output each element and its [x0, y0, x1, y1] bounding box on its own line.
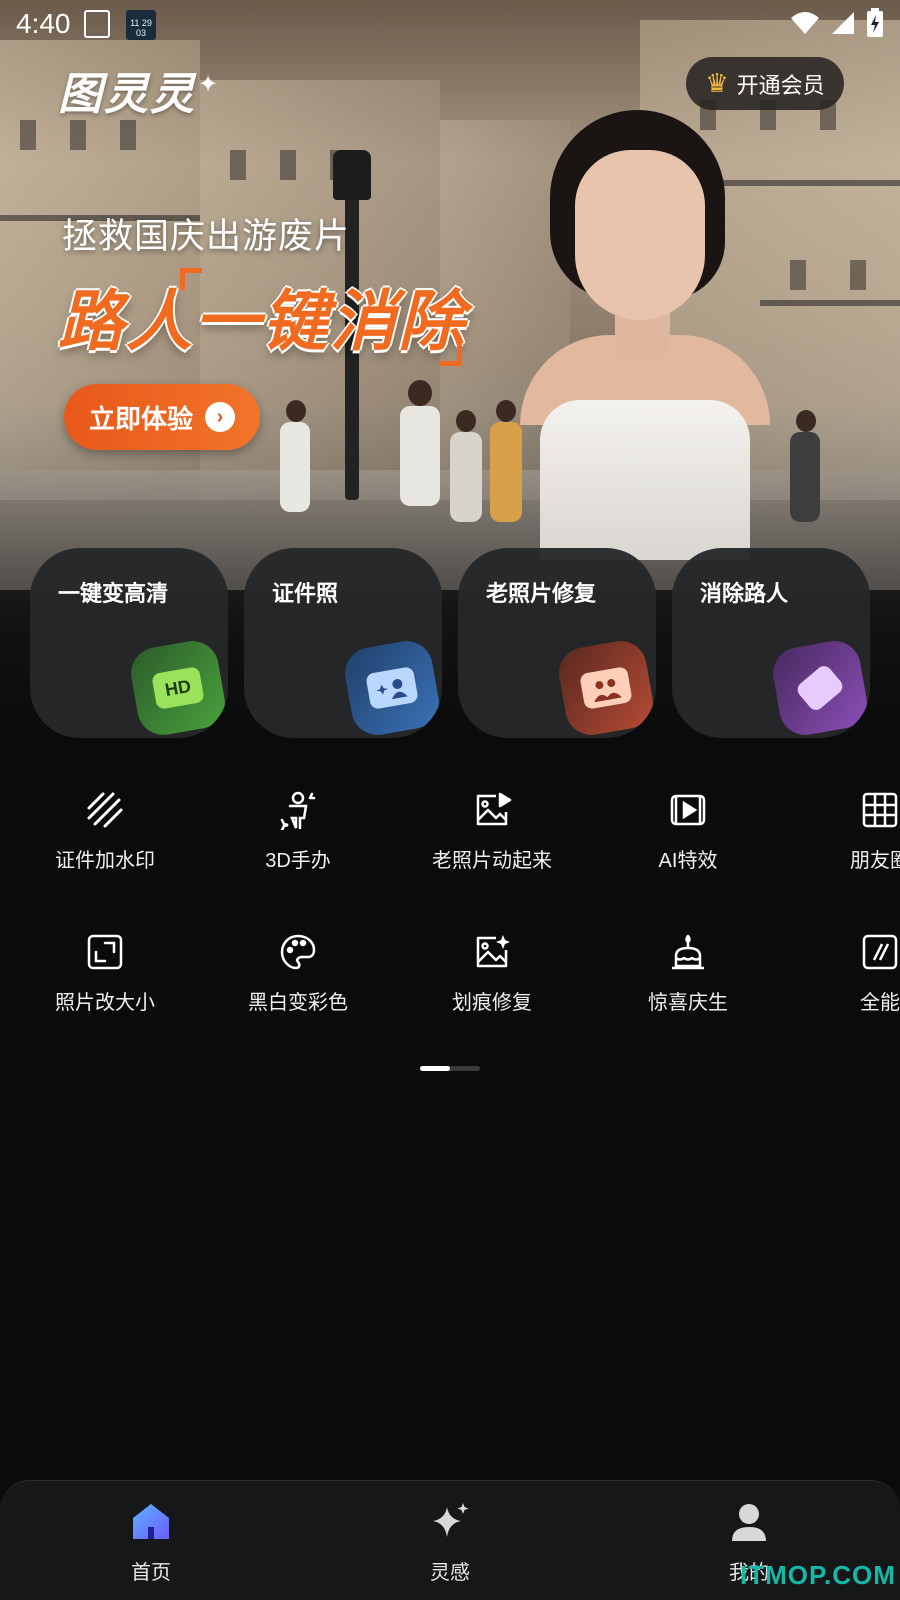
- card-title: 消除路人: [700, 581, 789, 606]
- grid-icon: [862, 792, 898, 828]
- tool-label: 惊喜庆生: [648, 992, 728, 1014]
- card-hd-enhance[interactable]: 一键变高清 HD: [30, 548, 228, 738]
- sparkle-icon: [433, 1503, 469, 1537]
- street-lamp-head: [333, 150, 371, 200]
- photo-restore-icon: [555, 637, 656, 738]
- app-notification-icon: 11 29 03: [126, 10, 156, 40]
- app-logo: 图灵灵: [58, 70, 196, 119]
- page-indicator: [420, 1066, 480, 1071]
- feature-cards: 一键变高清 HD 证件照 老照片修复 消除路人: [30, 548, 872, 738]
- chevron-right-icon: ›: [205, 402, 235, 432]
- model-photo: [520, 110, 780, 560]
- window: [850, 260, 866, 290]
- tool-watermark[interactable]: 证件加水印: [5, 790, 205, 890]
- hd-icon: HD: [127, 637, 228, 738]
- crown-icon: ♛: [705, 68, 729, 98]
- signal-icon: [832, 12, 854, 34]
- nav-inspiration[interactable]: 灵感: [390, 1501, 510, 1585]
- notification-icon: [84, 10, 110, 38]
- tool-scratch-repair[interactable]: 划痕修复: [392, 932, 592, 1030]
- resize-icon: [87, 934, 123, 970]
- video-effect-icon: [670, 794, 706, 826]
- id-card-icon: [341, 637, 442, 738]
- status-bar: 4:40 11 29 03: [0, 0, 900, 48]
- site-watermark: ITMOP.COM: [740, 1560, 896, 1590]
- vip-button[interactable]: ♛ 开通会员: [686, 57, 844, 110]
- nav-home[interactable]: 首页: [91, 1501, 211, 1585]
- tool-label: 证件加水印: [55, 850, 155, 872]
- balcony: [760, 300, 900, 306]
- try-now-button[interactable]: 立即体验 ›: [64, 384, 260, 450]
- tool-resize[interactable]: 照片改大小: [5, 932, 205, 1030]
- tool-all-in-one[interactable]: 全能: [780, 932, 900, 1030]
- battery-icon: [867, 8, 883, 37]
- palette-icon: [280, 934, 316, 970]
- tool-label: 照片改大小: [55, 992, 155, 1014]
- window: [790, 260, 806, 290]
- hero-title: 路人一键消除: [58, 284, 466, 358]
- window: [280, 150, 296, 180]
- tool-animate-photo[interactable]: 老照片动起来: [392, 790, 592, 890]
- card-remove-passerby[interactable]: 消除路人: [672, 548, 870, 738]
- card-id-photo[interactable]: 证件照: [244, 548, 442, 738]
- vip-button-label: 开通会员: [736, 72, 825, 98]
- animate-photo-icon: [476, 792, 512, 826]
- try-now-label: 立即体验: [88, 403, 193, 434]
- tool-ai-effect[interactable]: AI特效: [588, 790, 788, 890]
- tool-label: 3D手办: [265, 850, 331, 872]
- tool-label: 朋友圈: [850, 850, 900, 872]
- tool-3d-figure[interactable]: 3D手办: [198, 790, 398, 890]
- tool-label: AI特效: [658, 850, 718, 872]
- card-title: 一键变高清: [58, 581, 169, 606]
- hero-subtitle: 拯救国庆出游废片: [62, 217, 351, 256]
- profile-icon: [732, 1504, 766, 1541]
- logo-sparkle-icon: ✦: [198, 71, 219, 98]
- card-title: 证件照: [272, 581, 339, 606]
- card-title: 老照片修复: [486, 581, 597, 606]
- cake-icon: [672, 934, 704, 970]
- nav-label: 首页: [131, 1562, 171, 1584]
- home-icon: [133, 1504, 169, 1539]
- wifi-icon: [791, 12, 819, 34]
- window: [230, 150, 246, 180]
- watermark-icon: [87, 792, 123, 828]
- nav-label: 灵感: [430, 1562, 470, 1584]
- tool-label: 老照片动起来: [432, 850, 552, 872]
- eraser-icon: [769, 637, 870, 738]
- card-old-photo-restore[interactable]: 老照片修复: [458, 548, 656, 738]
- scratch-repair-icon: [476, 935, 510, 968]
- window: [20, 120, 36, 150]
- title-bracket-right: [440, 344, 462, 366]
- status-time: 4:40: [16, 8, 71, 39]
- tool-label: 划痕修复: [452, 992, 532, 1014]
- tool-birthday[interactable]: 惊喜庆生: [588, 932, 788, 1030]
- tool-label: 全能: [860, 992, 900, 1014]
- title-bracket-left: [180, 268, 202, 290]
- page-indicator-active: [420, 1066, 450, 1071]
- window: [70, 120, 86, 150]
- tool-grid: 证件加水印 3D手办 老照片动起来 AI特效 朋友圈 照片改大小 黑: [0, 790, 900, 1030]
- tool-label: 黑白变彩色: [248, 992, 348, 1014]
- window: [120, 120, 136, 150]
- figure-icon: [280, 791, 316, 830]
- tool-colorize[interactable]: 黑白变彩色: [198, 932, 398, 1030]
- tool-moments[interactable]: 朋友圈: [780, 790, 900, 890]
- all-in-one-icon: [862, 934, 898, 970]
